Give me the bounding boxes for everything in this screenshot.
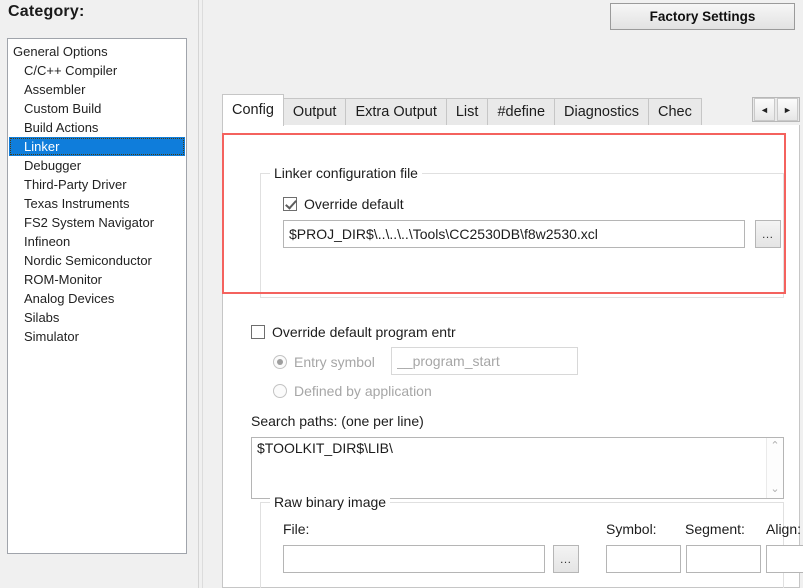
entry-symbol-radio[interactable]: Entry symbol: [273, 354, 375, 370]
category-panel: Category: General Options C/C++ Compiler…: [0, 0, 200, 588]
sidebar-item-infineon[interactable]: Infineon: [8, 232, 186, 251]
defined-by-application-radio-label: Defined by application: [294, 383, 432, 399]
tab-extra-output[interactable]: Extra Output: [345, 98, 447, 126]
config-tab-page: Linker configuration file Override defau…: [222, 125, 803, 588]
sidebar-item-silabs[interactable]: Silabs: [8, 308, 186, 327]
factory-settings-button[interactable]: Factory Settings: [610, 3, 795, 30]
linker-configuration-file-group: Linker configuration file Override defau…: [260, 165, 784, 298]
tab-scroll-right-icon[interactable]: ►: [777, 98, 798, 121]
sidebar-item-fs2-system-navigator[interactable]: FS2 System Navigator: [8, 213, 186, 232]
raw-binary-symbol-label: Symbol:: [606, 521, 657, 537]
search-paths-label: Search paths: (one per line): [251, 413, 424, 429]
checkbox-checked-icon: [283, 197, 297, 211]
sidebar-item-build-actions[interactable]: Build Actions: [8, 118, 186, 137]
search-paths-scrollbar[interactable]: ⌃ ⌄: [766, 438, 783, 498]
sidebar-item-debugger[interactable]: Debugger: [8, 156, 186, 175]
raw-binary-file-input[interactable]: [283, 545, 545, 573]
panel-divider: [198, 0, 199, 588]
tab-diagnostics[interactable]: Diagnostics: [554, 98, 649, 126]
sidebar-item-texas-instruments[interactable]: Texas Instruments: [8, 194, 186, 213]
raw-binary-image-title: Raw binary image: [270, 494, 391, 510]
search-paths-textarea[interactable]: $TOOLKIT_DIR$\LIB\: [252, 438, 766, 498]
tab-scroll-left-icon[interactable]: ◄: [754, 98, 775, 121]
raw-binary-segment-label: Segment:: [685, 521, 745, 537]
sidebar-item-custom-build[interactable]: Custom Build: [8, 99, 186, 118]
settings-dialog: Category: General Options C/C++ Compiler…: [0, 0, 803, 588]
tab-checksum[interactable]: Chec: [647, 98, 702, 126]
tab-output[interactable]: Output: [282, 98, 347, 126]
sidebar-item-linker[interactable]: Linker: [9, 137, 185, 156]
tab-list[interactable]: List: [445, 98, 489, 126]
sidebar-item-third-party-driver[interactable]: Third-Party Driver: [8, 175, 186, 194]
defined-by-application-radio[interactable]: Defined by application: [273, 383, 432, 399]
raw-binary-symbol-input[interactable]: [606, 545, 681, 573]
raw-binary-align-input[interactable]: [766, 545, 803, 573]
scroll-down-icon[interactable]: ⌄: [770, 484, 779, 495]
override-default-label: Override default: [304, 196, 404, 212]
sidebar-item-nordic-semiconductor[interactable]: Nordic Semiconductor: [8, 251, 186, 270]
category-label: Category:: [8, 3, 85, 20]
raw-binary-align-label: Align:: [766, 521, 802, 537]
options-panel: Factory Settings Config Output Extra Out…: [205, 0, 803, 588]
sidebar-item-general-options[interactable]: General Options: [8, 42, 186, 61]
category-list[interactable]: General Options C/C++ Compiler Assembler…: [7, 38, 187, 554]
override-program-entry-label: Override default program entr: [272, 324, 456, 340]
panel-divider-edge: [202, 0, 203, 588]
linker-configuration-file-title: Linker configuration file: [270, 165, 422, 181]
override-default-checkbox[interactable]: Override default: [283, 196, 404, 212]
tab-list: Config Output Extra Output List #define …: [222, 94, 702, 126]
tab-scroll-buttons: ◄ ►: [752, 97, 800, 122]
search-paths-field[interactable]: $TOOLKIT_DIR$\LIB\ ⌃ ⌄: [251, 437, 784, 499]
tab-define[interactable]: #define: [487, 98, 556, 126]
linker-config-path-input[interactable]: [283, 220, 745, 248]
entry-symbol-input[interactable]: [391, 347, 578, 375]
scroll-up-icon[interactable]: ⌃: [770, 441, 779, 452]
radio-selected-icon: [273, 355, 287, 369]
sidebar-item-rom-monitor[interactable]: ROM-Monitor: [8, 270, 186, 289]
raw-binary-file-label: File:: [283, 521, 310, 537]
raw-binary-file-browse-button[interactable]: …: [553, 545, 579, 573]
sidebar-item-assembler[interactable]: Assembler: [8, 80, 186, 99]
tab-config[interactable]: Config: [222, 94, 284, 126]
override-program-entry-checkbox[interactable]: Override default program entr: [251, 324, 456, 340]
sidebar-item-simulator[interactable]: Simulator: [8, 327, 186, 346]
raw-binary-segment-input[interactable]: [686, 545, 761, 573]
linker-config-browse-button[interactable]: …: [755, 220, 781, 248]
sidebar-item-analog-devices[interactable]: Analog Devices: [8, 289, 186, 308]
sidebar-item-c-cpp-compiler[interactable]: C/C++ Compiler: [8, 61, 186, 80]
checkbox-unchecked-icon: [251, 325, 265, 339]
radio-unselected-icon: [273, 384, 287, 398]
entry-symbol-radio-label: Entry symbol: [294, 354, 375, 370]
tab-strip: Config Output Extra Output List #define …: [222, 94, 800, 126]
raw-binary-image-group: Raw binary image File: Symbol: Segment: …: [260, 494, 803, 588]
